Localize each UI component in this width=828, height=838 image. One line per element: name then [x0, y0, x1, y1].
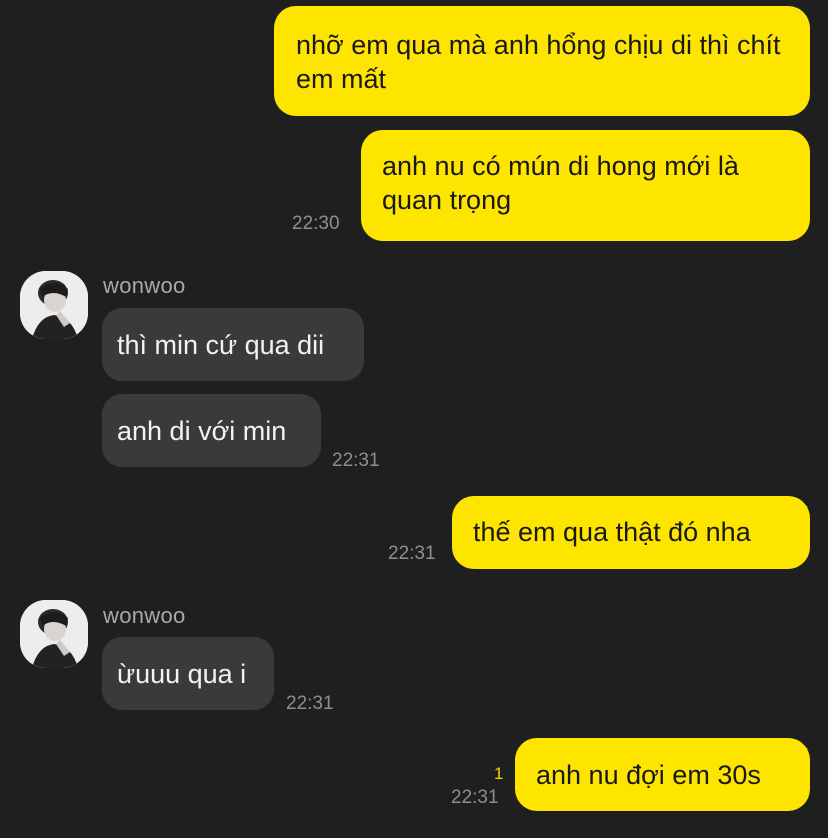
avatar-photo-icon: [20, 600, 88, 668]
incoming-message-bubble[interactable]: ừuuu qua i: [102, 637, 274, 710]
message-timestamp: 22:31: [332, 450, 380, 471]
bubble-tail: [796, 20, 808, 30]
incoming-message-bubble[interactable]: anh di với min: [102, 394, 321, 467]
message-text: nhỡ em qua mà anh hổng chịu di thì chít …: [296, 30, 781, 94]
incoming-message-bubble[interactable]: thì min cứ qua dii: [102, 308, 364, 381]
bubble-tail: [796, 506, 808, 516]
outgoing-message-bubble[interactable]: anh nu có mún di hong mới là quan trọng: [361, 130, 810, 241]
unread-count: 1: [494, 764, 504, 783]
message-timestamp: 22:30: [292, 213, 340, 234]
avatar-photo-icon: [20, 271, 88, 339]
sender-name: wonwoo: [103, 603, 186, 628]
message-text: anh di với min: [117, 416, 287, 446]
chat-message-list[interactable]: nhỡ em qua mà anh hổng chịu di thì chít …: [0, 0, 828, 838]
message-text: anh nu có mún di hong mới là quan trọng: [382, 151, 739, 215]
message-text: thế em qua thật đó nha: [473, 517, 751, 547]
contact-avatar[interactable]: [20, 600, 88, 668]
outgoing-message-bubble[interactable]: anh nu đợi em 30s: [515, 738, 810, 811]
contact-avatar[interactable]: [20, 271, 88, 339]
message-text: anh nu đợi em 30s: [536, 760, 761, 790]
message-text: ừuuu qua i: [117, 659, 247, 689]
message-timestamp: 22:31: [286, 693, 334, 714]
bubble-tail: [796, 748, 808, 758]
outgoing-message-bubble[interactable]: nhỡ em qua mà anh hổng chịu di thì chít …: [274, 6, 810, 116]
outgoing-message-bubble[interactable]: thế em qua thật đó nha: [452, 496, 810, 569]
message-timestamp: 22:31: [388, 543, 436, 564]
message-text: thì min cứ qua dii: [117, 330, 325, 360]
message-timestamp: 22:31: [451, 787, 499, 808]
sender-name: wonwoo: [103, 273, 186, 298]
